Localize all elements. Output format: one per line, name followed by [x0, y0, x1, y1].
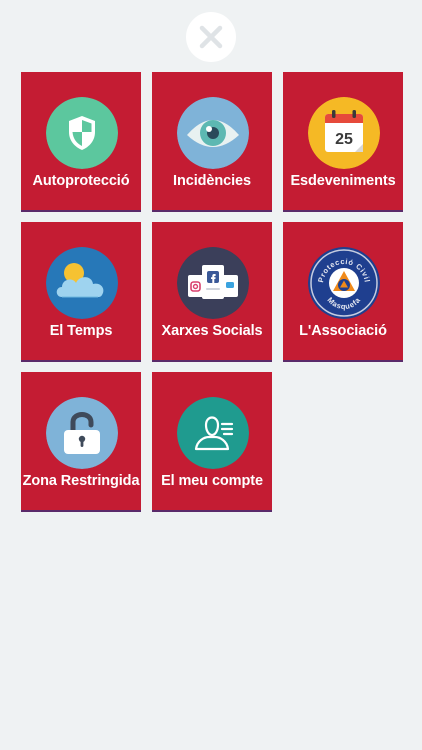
close-icon	[199, 25, 223, 49]
calendar-icon: 25	[308, 97, 380, 169]
menu-tile-label: Incidències	[173, 173, 251, 189]
menu-tile-associacio[interactable]: Protecció Civil Masquefa L'Associació	[283, 222, 403, 362]
menu-grid: Autoprotecció Incidències 25 Esdevenimen…	[21, 72, 403, 512]
association-logo: Protecció Civil Masquefa	[308, 247, 380, 319]
calendar-day-text: 25	[335, 131, 353, 148]
menu-tile-zona-restringida[interactable]: Zona Restringida	[21, 372, 141, 512]
menu-tile-incidencies[interactable]: Incidències	[152, 72, 272, 212]
social-networks-icon	[177, 247, 249, 319]
padlock-icon	[46, 397, 118, 469]
menu-tile-label: El Temps	[49, 323, 113, 339]
close-button[interactable]	[186, 12, 236, 62]
menu-tile-label: El meu compte	[161, 473, 263, 489]
menu-tile-label: Zona Restringida	[22, 473, 140, 489]
menu-tile-label: Xarxes Socials	[161, 323, 263, 339]
menu-tile-el-temps[interactable]: El Temps	[21, 222, 141, 362]
menu-tile-label: Esdeveniments	[290, 173, 396, 189]
menu-tile-esdeveniments[interactable]: 25 Esdeveniments	[283, 72, 403, 212]
menu-tile-label: L'Associació	[299, 323, 387, 339]
menu-tile-xarxes-socials[interactable]: Xarxes Socials	[152, 222, 272, 362]
weather-icon	[46, 247, 118, 319]
shield-icon	[46, 97, 118, 169]
user-account-icon	[177, 397, 249, 469]
menu-tile-autoproteccio[interactable]: Autoprotecció	[21, 72, 141, 212]
eye-icon	[177, 97, 249, 169]
menu-tile-el-meu-compte[interactable]: El meu compte	[152, 372, 272, 512]
menu-tile-label: Autoprotecció	[32, 173, 130, 189]
